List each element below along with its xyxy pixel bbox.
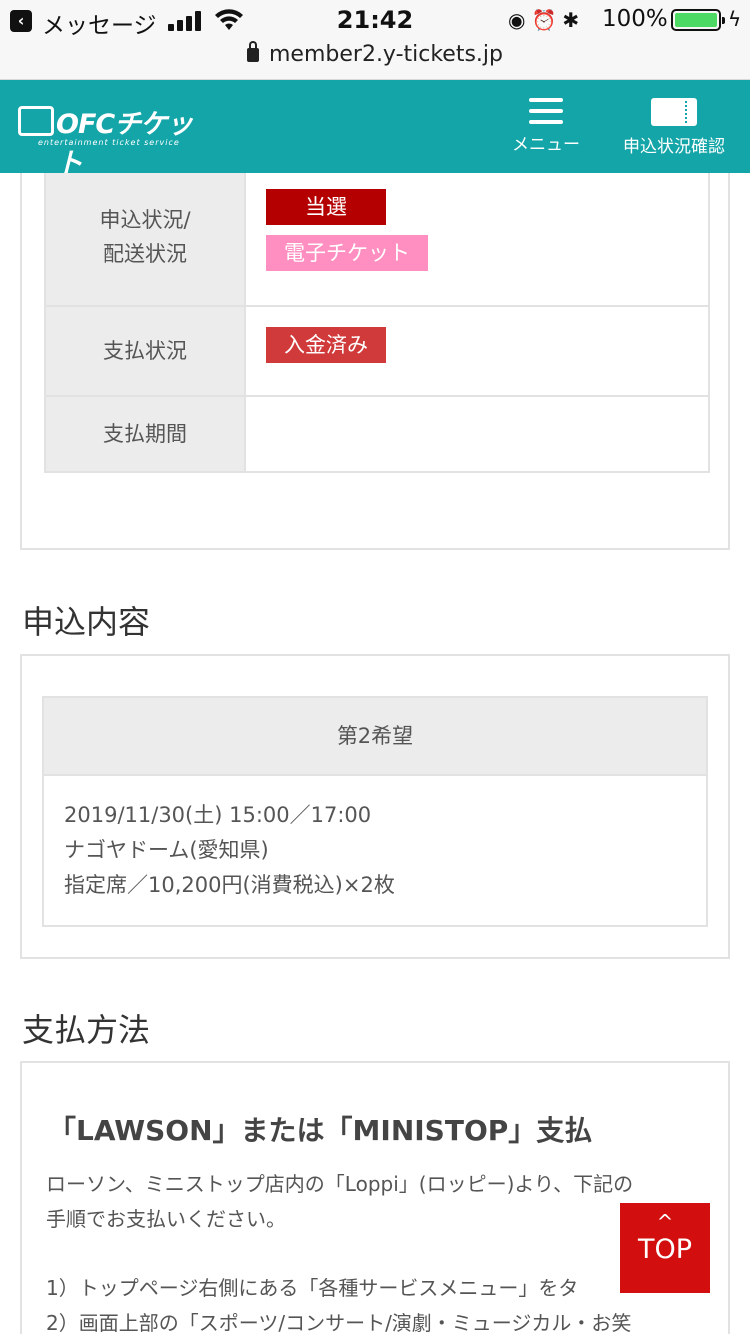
application-section-title: 申込内容 — [22, 603, 151, 641]
ticket-logo-icon — [18, 106, 54, 136]
payment-step: 2）画面上部の「スポーツ/コンサート/演劇・ミュージカル・お笑 — [46, 1311, 632, 1334]
main-content: 申込状況/ 配送状況 当選 電子チケット 支払状況 入金済み 支払期間 申込内容 — [0, 173, 750, 1334]
hamburger-icon — [529, 98, 563, 124]
row-label: 申込状況/ — [99, 208, 191, 232]
wish-label: 第2希望 — [44, 698, 706, 774]
ticket-icon — [651, 98, 697, 126]
bluetooth-icon: ✱ — [562, 8, 586, 32]
payment-description-line: ローソン、ミニストップ店内の「Loppi」(ロッピー)より、下記の — [46, 1172, 634, 1196]
menu-button[interactable]: メニュー — [510, 98, 582, 158]
site-header: OFCチケット entertainment ticket service メニュ… — [0, 80, 750, 179]
payment-method-title: 「LAWSON」または「MINISTOP」支払 — [48, 1114, 593, 1147]
status-badge: 当選 — [266, 189, 386, 225]
logo-subtitle: entertainment ticket service — [38, 138, 180, 147]
top-label: TOP — [637, 1234, 693, 1265]
payment-step: 1）トップページ右側にある「各種サービスメニュー」をタ — [46, 1276, 579, 1300]
seat-price: 指定席／10,200円(消費税込)×2枚 — [64, 873, 395, 897]
system-icons: ◉⏰✱ — [508, 8, 585, 32]
back-to-top-button[interactable]: ^ TOP — [620, 1203, 710, 1293]
row-label: 配送状況 — [103, 242, 187, 266]
payment-badge: 入金済み — [266, 327, 386, 363]
application-panel: 第2希望 2019/11/30(土) 15:00／17:00 ナゴヤドーム(愛知… — [20, 654, 730, 959]
rotation-lock-icon: ◉ — [508, 8, 532, 32]
battery-percent: 100% — [602, 6, 668, 32]
battery-icon — [671, 9, 725, 31]
application-status-button[interactable]: 申込状況確認 — [612, 98, 736, 158]
payment-period-cell — [244, 395, 710, 473]
charging-icon: ϟ — [728, 7, 742, 31]
status-value-cell: 当選 電子チケット — [244, 173, 710, 307]
payment-description: ローソン、ミニストップ店内の「Loppi」(ロッピー)より、下記の 手順でお支払… — [46, 1167, 706, 1237]
menu-label: メニュー — [512, 135, 580, 155]
delivery-badge: 電子チケット — [266, 235, 428, 271]
row-label: 支払状況 — [44, 305, 246, 397]
payment-section-title: 支払方法 — [22, 1011, 151, 1049]
application-status-label: 申込状況確認 — [623, 137, 725, 157]
status-panel: 申込状況/ 配送状況 当選 電子チケット 支払状況 入金済み 支払期間 — [20, 173, 730, 550]
wish-box: 第2希望 2019/11/30(土) 15:00／17:00 ナゴヤドーム(愛知… — [42, 696, 708, 927]
payment-description-line: 手順でお支払いください。 — [46, 1207, 286, 1231]
wish-details: 2019/11/30(土) 15:00／17:00 ナゴヤドーム(愛知県) 指定… — [44, 774, 706, 925]
performance-datetime: 2019/11/30(土) 15:00／17:00 — [64, 803, 372, 827]
site-logo[interactable]: OFCチケット entertainment ticket service — [18, 102, 193, 179]
row-label: 支払期間 — [44, 395, 246, 473]
status-label-cell: 申込状況/ 配送状況 — [44, 173, 246, 307]
url-text: member2.y-tickets.jp — [269, 42, 503, 67]
table-row: 申込状況/ 配送状況 当選 電子チケット — [44, 173, 710, 307]
lock-icon — [247, 41, 259, 62]
payment-status-cell: 入金済み — [244, 305, 710, 397]
payment-steps: 1）トップページ右側にある「各種サービスメニュー」をタ 2）画面上部の「スポーツ… — [46, 1271, 706, 1334]
status-bar: ‹ メッセージ 21:42 ◉⏰✱ 100% ϟ member2.y-ticke… — [0, 0, 750, 80]
status-table: 申込状況/ 配送状況 当選 電子チケット 支払状況 入金済み 支払期間 — [44, 173, 710, 473]
payment-panel: 「LAWSON」または「MINISTOP」支払 ローソン、ミニストップ店内の「L… — [20, 1061, 730, 1334]
table-row: 支払状況 入金済み — [44, 305, 710, 397]
table-row: 支払期間 — [44, 395, 710, 473]
venue: ナゴヤドーム(愛知県) — [64, 838, 269, 862]
url-bar[interactable]: member2.y-tickets.jp — [0, 41, 750, 67]
chevron-up-icon: ^ — [656, 1210, 674, 1234]
alarm-icon: ⏰ — [531, 8, 563, 32]
